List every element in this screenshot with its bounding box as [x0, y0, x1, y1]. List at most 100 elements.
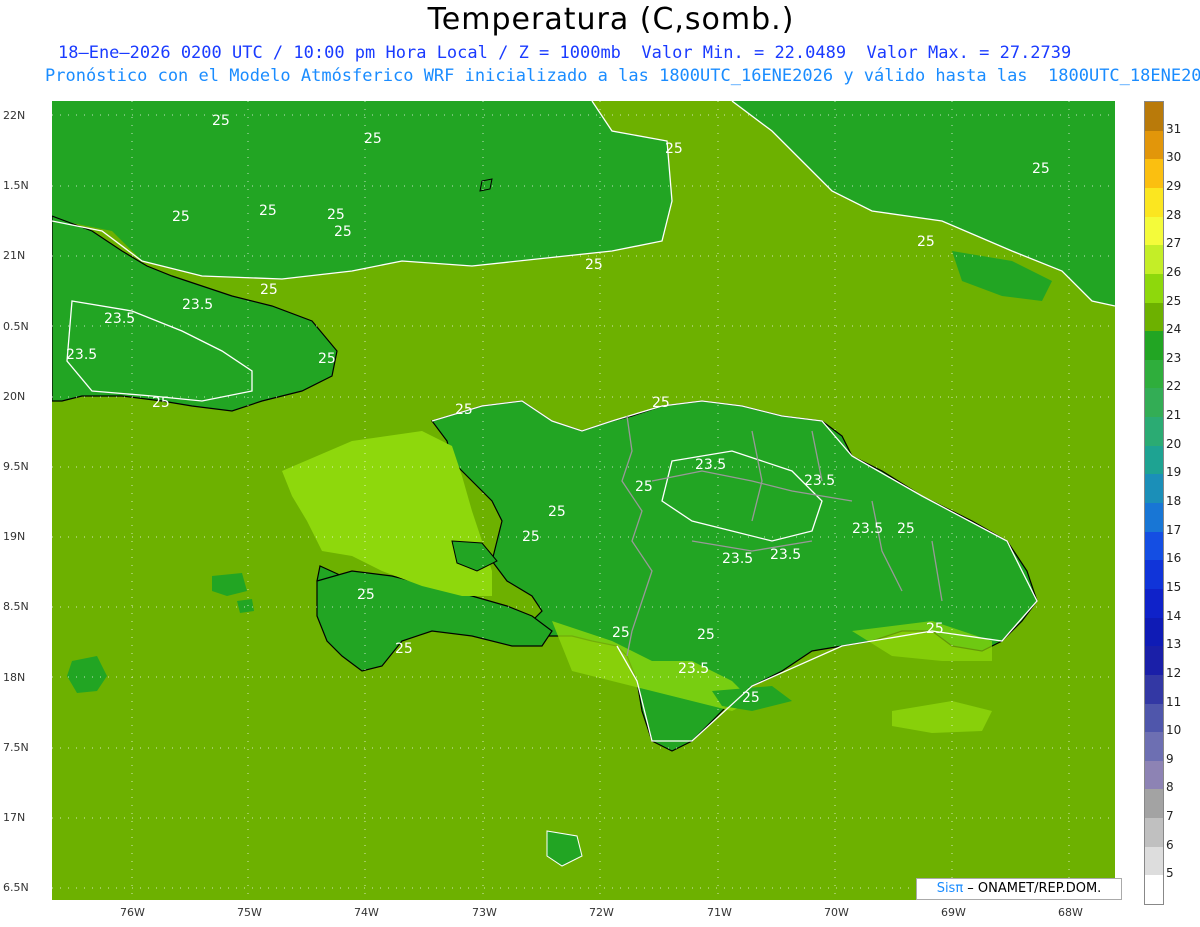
lat-label: 8.5N: [3, 600, 29, 613]
temperature-map: 25 25 25 25 25 25 25 25 25 25 25 23.5 23…: [52, 101, 1115, 900]
lat-label: 7.5N: [3, 741, 29, 754]
lat-label: 9.5N: [3, 460, 29, 473]
colorbar-level-label: 17: [1166, 522, 1182, 537]
lon-label: 70W: [824, 906, 849, 919]
lat-label: 1.5N: [3, 179, 29, 192]
contour-label: 25: [635, 479, 653, 495]
colorbar: [1144, 101, 1164, 905]
contour-label: 23.5: [722, 551, 753, 567]
colorbar-segment: [1145, 216, 1163, 246]
colorbar-segment: [1145, 846, 1163, 876]
lon-label: 68W: [1058, 906, 1083, 919]
map-subtitle-model-info: Pronóstico con el Modelo Atmósferico WRF…: [45, 66, 1200, 86]
colorbar-level-label: 11: [1166, 694, 1182, 709]
contour-label: 25: [917, 234, 935, 250]
lon-label: 75W: [237, 906, 262, 919]
contour-label: 25: [665, 141, 683, 157]
colorbar-level-label: 30: [1166, 150, 1182, 165]
contour-label: 25: [364, 131, 382, 147]
colorbar-level-label: 10: [1166, 723, 1182, 738]
colorbar-level-label: 8: [1166, 780, 1174, 795]
colorbar-segment: [1145, 245, 1163, 275]
contour-label: 23.5: [66, 347, 97, 363]
lon-label: 74W: [354, 906, 379, 919]
contour-label: 25: [172, 209, 190, 225]
colorbar-level-label: 28: [1166, 207, 1182, 222]
contour-label: 25: [522, 529, 540, 545]
colorbar-segment: [1145, 445, 1163, 475]
contour-label: 25: [327, 207, 345, 223]
colorbar-level-label: 24: [1166, 322, 1182, 337]
colorbar-segment: [1145, 503, 1163, 532]
colorbar-segment: [1145, 588, 1163, 618]
lat-label: 18N: [3, 671, 26, 684]
lat-label: 0.5N: [3, 320, 29, 333]
lat-label: 6.5N: [3, 881, 29, 894]
colorbar-segment: [1145, 302, 1163, 332]
contour-label: 25: [1032, 161, 1050, 177]
colorbar-segment: [1145, 331, 1163, 361]
colorbar-level-label: 19: [1166, 465, 1182, 480]
colorbar-segment: [1145, 789, 1163, 819]
colorbar-level-label: 23: [1166, 350, 1182, 365]
colorbar-segment: [1145, 417, 1163, 447]
colorbar-level-label: 22: [1166, 379, 1182, 394]
colorbar-level-label: 20: [1166, 436, 1182, 451]
colorbar-level-label: 14: [1166, 608, 1182, 623]
lat-label: 17N: [3, 811, 26, 824]
contour-label: 25: [212, 113, 230, 129]
colorbar-segment: [1145, 732, 1163, 762]
contour-label: 23.5: [678, 661, 709, 677]
lat-label: 19N: [3, 530, 26, 543]
colorbar-segment: [1145, 703, 1163, 733]
contour-label: 25: [334, 224, 352, 240]
contour-label: 25: [612, 625, 630, 641]
lat-label: 21N: [3, 249, 26, 262]
lat-label: 20N: [3, 390, 26, 403]
contour-label: 25: [742, 690, 760, 706]
contour-label: 25: [455, 402, 473, 418]
colorbar-level-label: 13: [1166, 637, 1182, 652]
lon-label: 71W: [707, 906, 732, 919]
colorbar-segment: [1145, 560, 1163, 590]
colorbar-level-label: 15: [1166, 579, 1182, 594]
colorbar-level-label: 25: [1166, 293, 1182, 308]
contour-label: 25: [548, 504, 566, 520]
lon-label: 69W: [941, 906, 966, 919]
contour-label: 25: [926, 621, 944, 637]
colorbar-level-label: 29: [1166, 178, 1182, 193]
colorbar-level-label: 27: [1166, 236, 1182, 251]
contour-label: 25: [652, 395, 670, 411]
colorbar-segment: [1145, 617, 1163, 647]
contour-label: 25: [897, 521, 915, 537]
lon-label: 76W: [120, 906, 145, 919]
credit-brand: Sisπ: [936, 881, 964, 896]
colorbar-segment: [1145, 359, 1163, 389]
colorbar-level-label: 6: [1166, 837, 1174, 852]
contour-label: 25: [318, 351, 336, 367]
contour-label: 25: [259, 203, 277, 219]
contour-label: 25: [585, 257, 603, 273]
contour-label: 23.5: [104, 311, 135, 327]
colorbar-segment: [1145, 130, 1163, 160]
colorbar-segment: [1145, 818, 1163, 848]
contour-label: 23.5: [852, 521, 883, 537]
colorbar-segment: [1145, 474, 1163, 504]
map-canvas: 25 25 25 25 25 25 25 25 25 25 25 23.5 23…: [52, 101, 1115, 900]
colorbar-level-label: 26: [1166, 264, 1182, 279]
colorbar-segment: [1145, 187, 1163, 217]
colorbar-level-label: 21: [1166, 408, 1182, 423]
map-subtitle-valid-time: 18–Ene–2026 0200 UTC / 10:00 pm Hora Loc…: [58, 43, 1072, 63]
lat-label: 22N: [3, 109, 26, 122]
colorbar-level-label: 31: [1166, 121, 1182, 136]
lon-label: 72W: [589, 906, 614, 919]
colorbar-level-label: 18: [1166, 494, 1182, 508]
colorbar-segment: [1145, 388, 1163, 418]
contour-label: 23.5: [770, 547, 801, 563]
colorbar-level-label: 16: [1166, 551, 1182, 566]
colorbar-segment: [1145, 875, 1163, 905]
lon-label: 73W: [472, 906, 497, 919]
colorbar-level-label: 9: [1166, 751, 1174, 766]
contour-label: 25: [152, 395, 170, 411]
colorbar-level-label: 5: [1166, 866, 1174, 881]
